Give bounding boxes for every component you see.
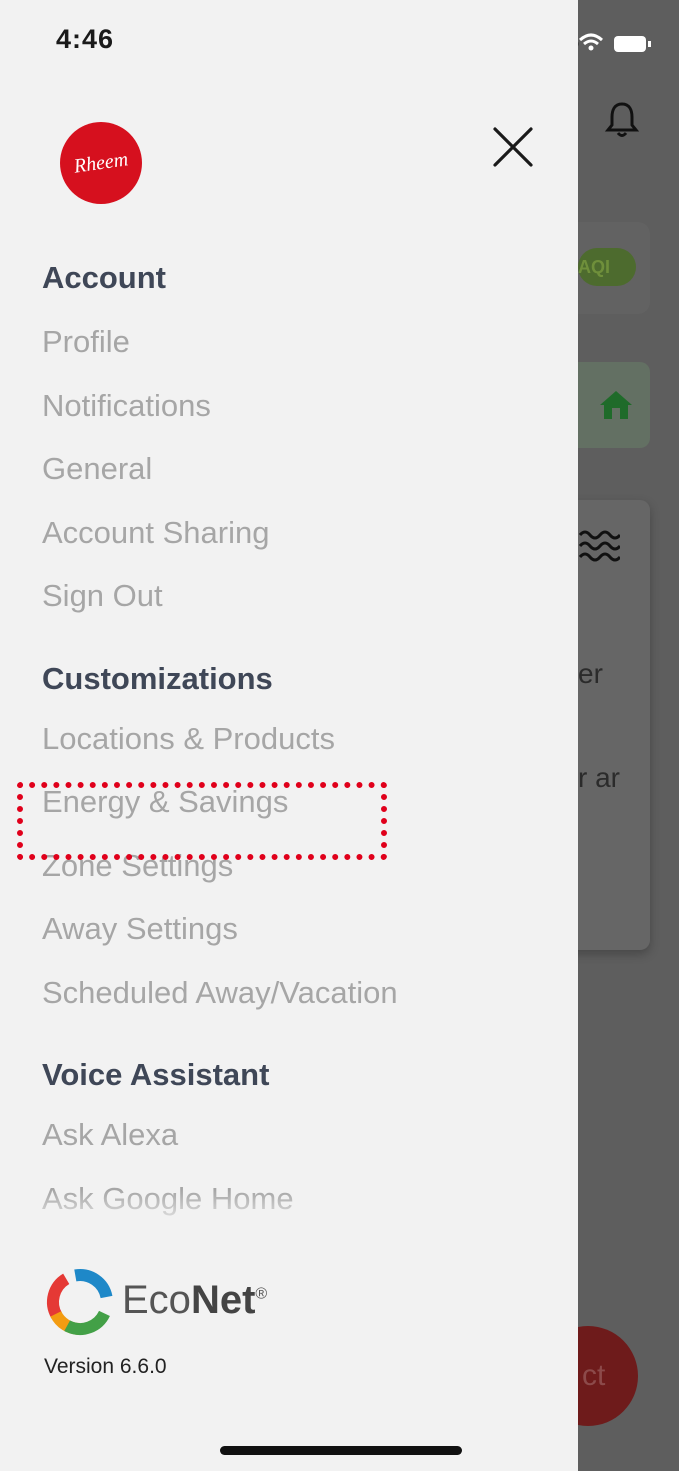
section-header-customizations: Customizations [42,660,273,696]
menu-item-account-sharing[interactable]: Account Sharing [42,501,562,565]
home-indicator[interactable] [220,1446,462,1455]
section-header-voice-assistant: Voice Assistant [42,1057,270,1092]
menu-item-scheduled-away[interactable]: Scheduled Away/Vacation [42,961,562,1025]
econet-wordmark: EcoNet® [122,1278,267,1323]
status-time: 4:46 [56,24,115,54]
menu-item-locations-products[interactable]: Locations & Products [42,707,562,771]
app-version: Version 6.6.0 [44,1355,167,1378]
drawer-menu: Account Profile Notifications General Ac… [42,255,562,1225]
menu-item-ask-alexa[interactable]: Ask Alexa [42,1103,562,1167]
rheem-logo-text: Rheem [72,148,130,178]
menu-item-general[interactable]: General [42,437,562,501]
bg-card [578,500,650,950]
background-app: AQI er r ar ct [578,0,679,1471]
aqi-badge: AQI [578,248,636,286]
waves-icon [578,530,620,562]
bell-icon [604,102,640,137]
econet-mark: ® [255,1285,268,1303]
status-icons [578,33,651,52]
menu-item-notifications[interactable]: Notifications [42,374,562,438]
section-header-account: Account [42,260,166,295]
fab-button: ct [578,1326,638,1426]
close-icon[interactable] [490,124,536,170]
econet-net: Net [190,1278,256,1322]
home-icon [600,391,632,419]
econet-eco: Eco [122,1278,191,1322]
menu-item-sign-out[interactable]: Sign Out [42,564,562,628]
bg-text: r ar [578,762,620,793]
econet-logo-icon [47,1269,113,1335]
menu-item-away-settings[interactable]: Away Settings [42,897,562,961]
side-drawer: 4:46 Rheem Account Profile Notifications… [0,0,578,1471]
menu-item-profile[interactable]: Profile [42,310,562,374]
bg-text: er [578,658,603,689]
rheem-logo: Rheem [60,122,142,204]
highlight-annotation [17,782,387,860]
scroll-fade [0,1190,578,1230]
